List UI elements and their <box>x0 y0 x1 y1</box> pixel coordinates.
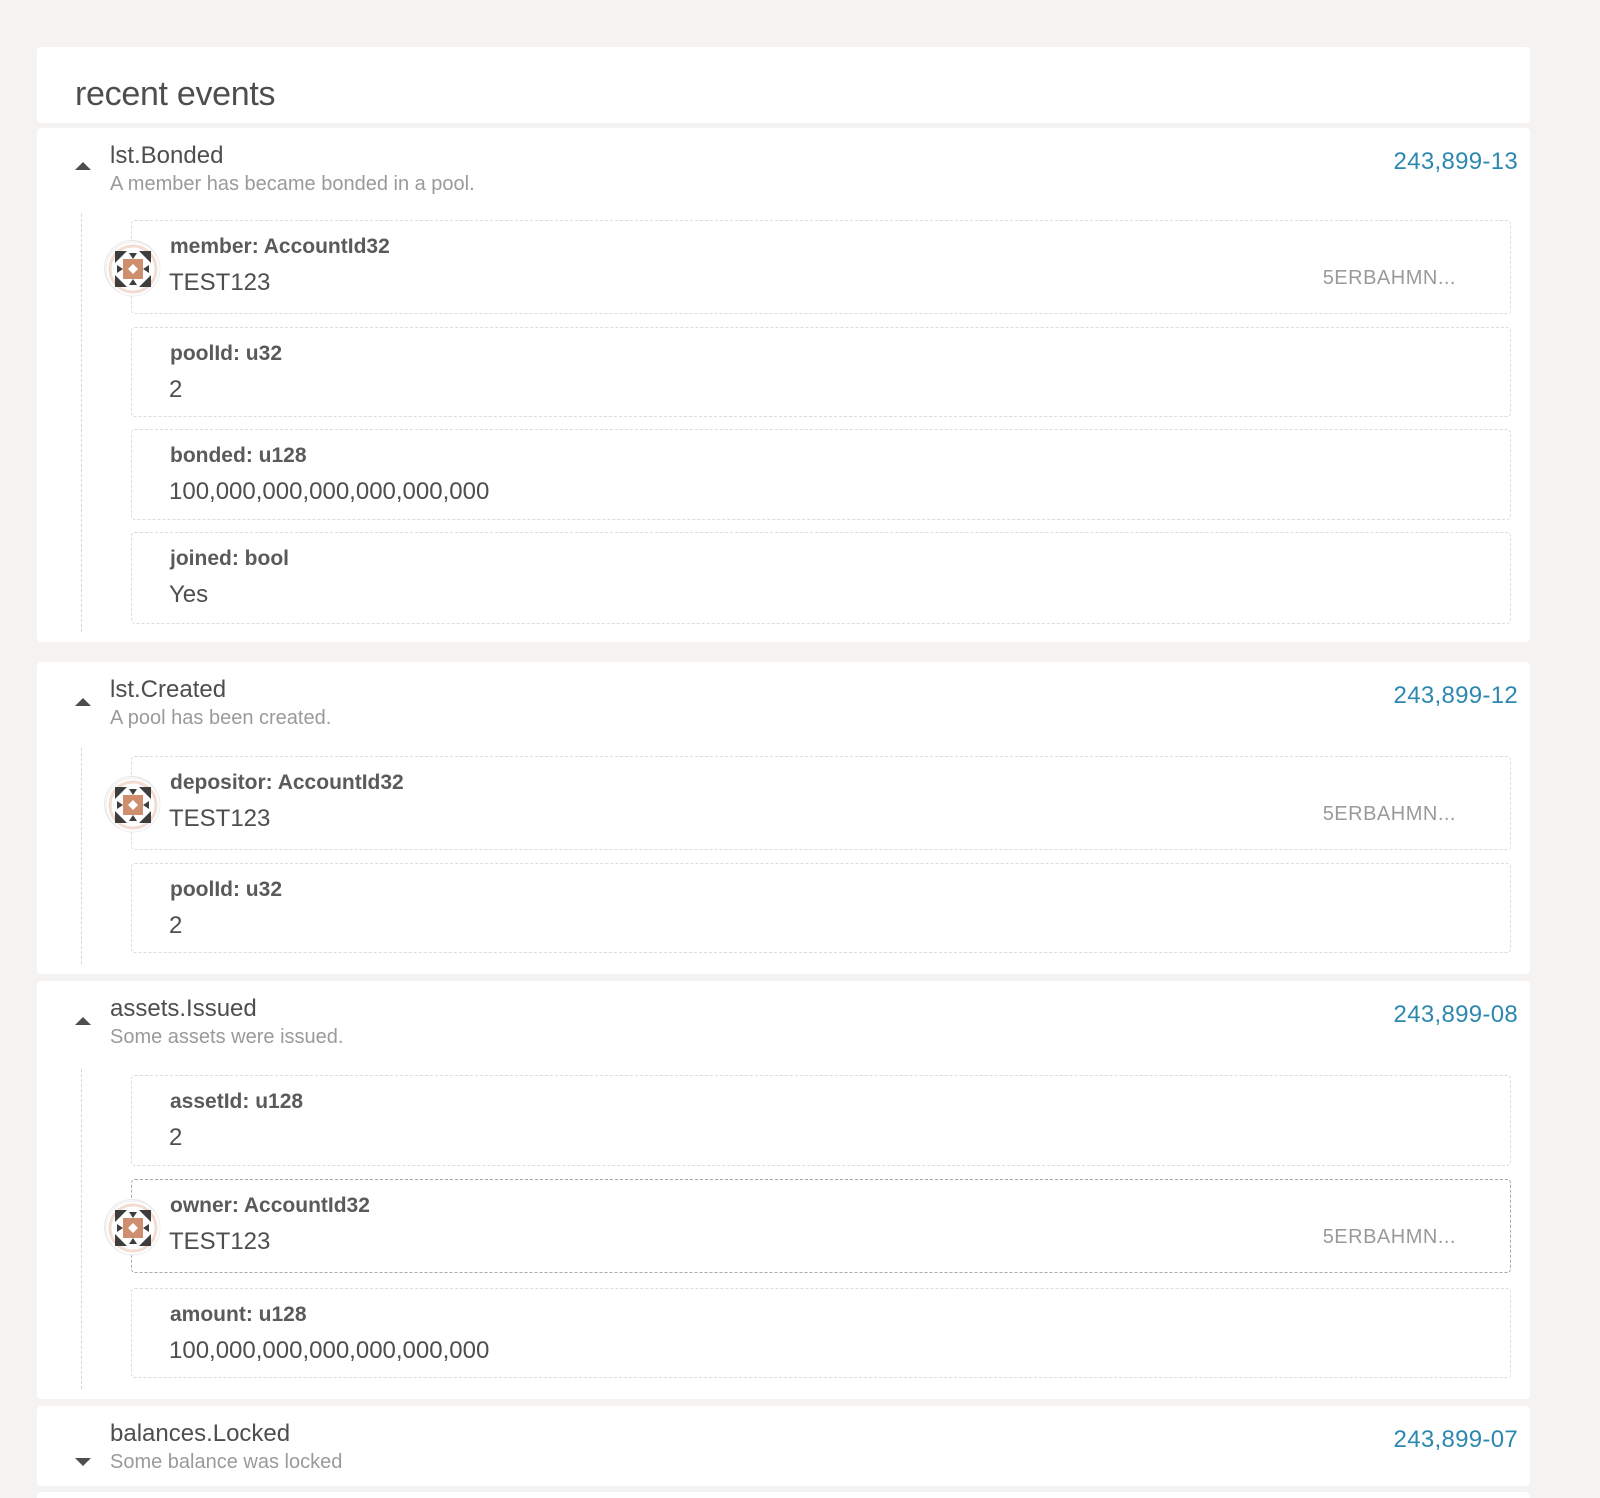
account-address[interactable]: 5ERBAHMN... <box>1323 803 1456 826</box>
param-label: owner: AccountId32 <box>170 1194 370 1217</box>
param-label: assetId: u128 <box>170 1090 304 1113</box>
recent-events-header: recent events <box>37 47 1530 123</box>
param-label: amount: u128 <box>170 1303 307 1326</box>
param-pool-id: poolId: u32 2 <box>131 327 1511 417</box>
param-value: Yes <box>169 581 209 608</box>
param-tree-line <box>81 214 82 632</box>
event-lst-bonded: lst.Bonded A member has became bonded in… <box>37 128 1530 642</box>
event-title[interactable]: lst.Bonded <box>110 142 223 170</box>
event-block-link[interactable]: 243,899-08 <box>1394 1001 1518 1029</box>
caret-down-icon[interactable] <box>75 1458 91 1466</box>
identicon-avatar[interactable] <box>104 1199 161 1256</box>
param-owner: owner: AccountId32 TEST123 5ERBAHMN... <box>104 1179 1511 1273</box>
event-title[interactable]: balances.Locked <box>110 1420 290 1448</box>
event-lst-created: lst.Created A pool has been created. 243… <box>37 662 1530 974</box>
caret-up-icon[interactable] <box>75 698 91 706</box>
event-description: A pool has been created. <box>110 707 332 729</box>
param-label: bonded: u128 <box>170 444 307 467</box>
event-assets-issued: assets.Issued Some assets were issued. 2… <box>37 981 1530 1399</box>
param-value: 2 <box>169 912 183 939</box>
event-title[interactable]: assets.Issued <box>110 995 257 1023</box>
param-value: 2 <box>169 1124 183 1151</box>
param-tree-line <box>81 748 82 964</box>
param-bonded: bonded: u128 100,000,000,000,000,000,000 <box>131 429 1511 520</box>
param-label: member: AccountId32 <box>170 235 390 258</box>
identicon-avatar[interactable] <box>104 776 161 833</box>
event-description: A member has became bonded in a pool. <box>110 173 475 195</box>
account-address[interactable]: 5ERBAHMN... <box>1323 1226 1456 1249</box>
param-member: member: AccountId32 TEST123 5ERBAHMN... <box>104 220 1511 314</box>
caret-up-icon[interactable] <box>75 1017 91 1025</box>
next-event-edge <box>37 1492 1530 1498</box>
param-tree-line <box>81 1069 82 1389</box>
param-joined: joined: bool Yes <box>131 532 1511 624</box>
param-value: 100,000,000,000,000,000,000 <box>169 1337 490 1364</box>
param-value: 100,000,000,000,000,000,000 <box>169 478 490 505</box>
event-description: Some assets were issued. <box>110 1026 344 1048</box>
param-label: poolId: u32 <box>170 878 282 901</box>
param-asset-id: assetId: u128 2 <box>131 1075 1511 1166</box>
event-block-link[interactable]: 243,899-13 <box>1394 148 1518 176</box>
event-description: Some balance was locked <box>110 1451 343 1473</box>
event-block-link[interactable]: 243,899-07 <box>1394 1426 1518 1454</box>
param-label: joined: bool <box>170 547 289 570</box>
param-label: poolId: u32 <box>170 342 282 365</box>
param-label: depositor: AccountId32 <box>170 771 404 794</box>
caret-up-icon[interactable] <box>75 162 91 170</box>
param-value: TEST123 <box>169 269 271 296</box>
event-block-link[interactable]: 243,899-12 <box>1394 682 1518 710</box>
param-value: 2 <box>169 376 183 403</box>
account-address[interactable]: 5ERBAHMN... <box>1323 267 1456 290</box>
identicon-avatar[interactable] <box>104 240 161 297</box>
param-amount: amount: u128 100,000,000,000,000,000,000 <box>131 1288 1511 1378</box>
param-value: TEST123 <box>169 1228 271 1255</box>
event-title[interactable]: lst.Created <box>110 676 226 704</box>
param-pool-id: poolId: u32 2 <box>131 863 1511 953</box>
param-value: TEST123 <box>169 805 271 832</box>
page-title: recent events <box>75 75 276 113</box>
param-depositor: depositor: AccountId32 TEST123 5ERBAHMN.… <box>104 756 1511 850</box>
event-balances-locked: balances.Locked Some balance was locked … <box>37 1406 1530 1486</box>
